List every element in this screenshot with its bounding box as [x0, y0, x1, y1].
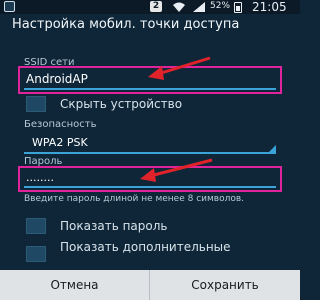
button-bar: Отмена Сохранить [0, 270, 300, 300]
arrow-icon [148, 56, 211, 80]
cancel-button[interactable]: Отмена [0, 270, 150, 300]
arrow-icon [140, 158, 213, 182]
save-button[interactable]: Сохранить [150, 270, 300, 300]
annotation-arrows [140, 56, 213, 182]
